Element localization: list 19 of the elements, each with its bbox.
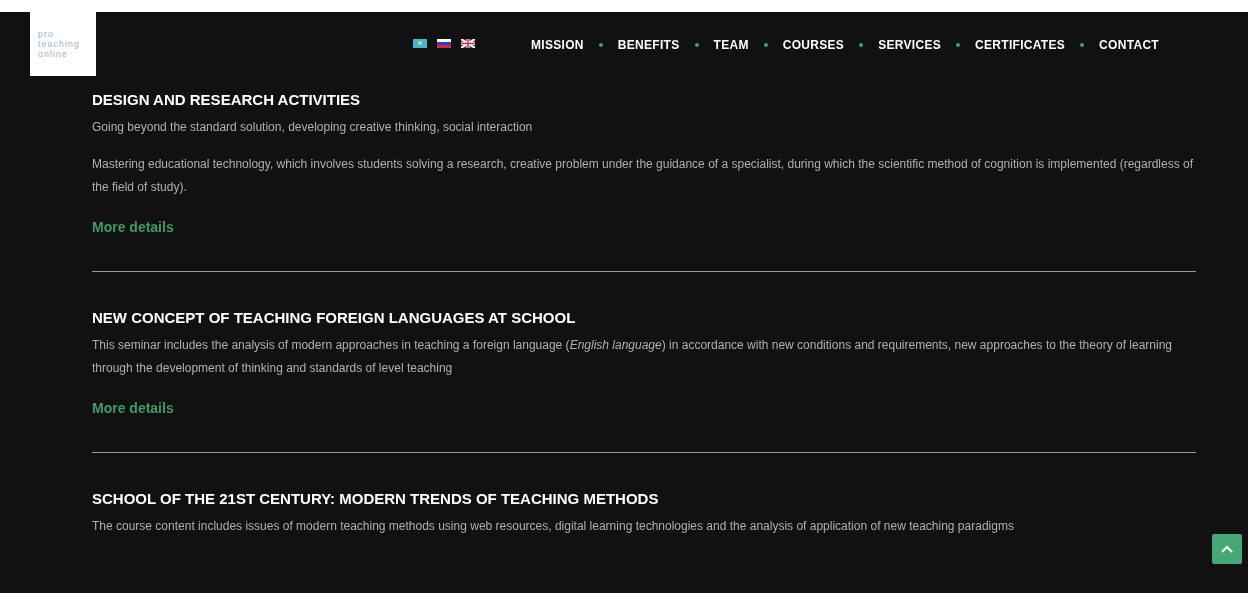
course-title: NEW CONCEPT OF TEACHING FOREIGN LANGUAGES AT SCHOOL xyxy=(92,308,577,328)
course-title: DESIGN AND RESEARCH ACTIVITIES xyxy=(92,90,362,110)
nav-link[interactable]: CONTACT xyxy=(1099,36,1159,54)
course-description: This seminar includes the analysis of modern approaches in teaching a foreign language (English language) in accordance with new conditions and requirements, new approaches to the theory of learning through the development of thinking and standards of level teaching xyxy=(92,337,1173,377)
nav-link[interactable]: TEAM xyxy=(713,36,749,54)
course-description: Mastering educational technology, which involves students solving a research, creative problem under the guidance of a specialist, during which the scientific method of cognition is implemented (regardless of the field of study). xyxy=(92,156,1195,196)
more-details-link[interactable]: More details xyxy=(92,219,174,235)
nav-link[interactable]: CERTIFICATES xyxy=(975,36,1066,54)
more-details-link[interactable]: More details xyxy=(92,400,174,416)
logo-text: pro xyxy=(38,29,55,39)
course-description: The course content includes issues of modern teaching methods using web resources, digital learning technologies and the analysis of application of new teaching paradigms xyxy=(92,518,1015,535)
nav-link[interactable]: SERVICES xyxy=(878,36,942,54)
course-description: Going beyond the standard solution, developing creative thinking, social interaction xyxy=(92,119,534,136)
logo-text: online xyxy=(38,49,70,59)
nav-link[interactable]: BENEFITS xyxy=(617,36,680,54)
course-title: SCHOOL OF THE 21ST CENTURY: MODERN TRENDS OF TEACHING METHODS xyxy=(92,489,660,509)
nav-link[interactable]: MISSION xyxy=(531,36,584,54)
nav-link[interactable]: COURSES xyxy=(782,36,845,54)
logo-text: teaching xyxy=(38,39,82,49)
